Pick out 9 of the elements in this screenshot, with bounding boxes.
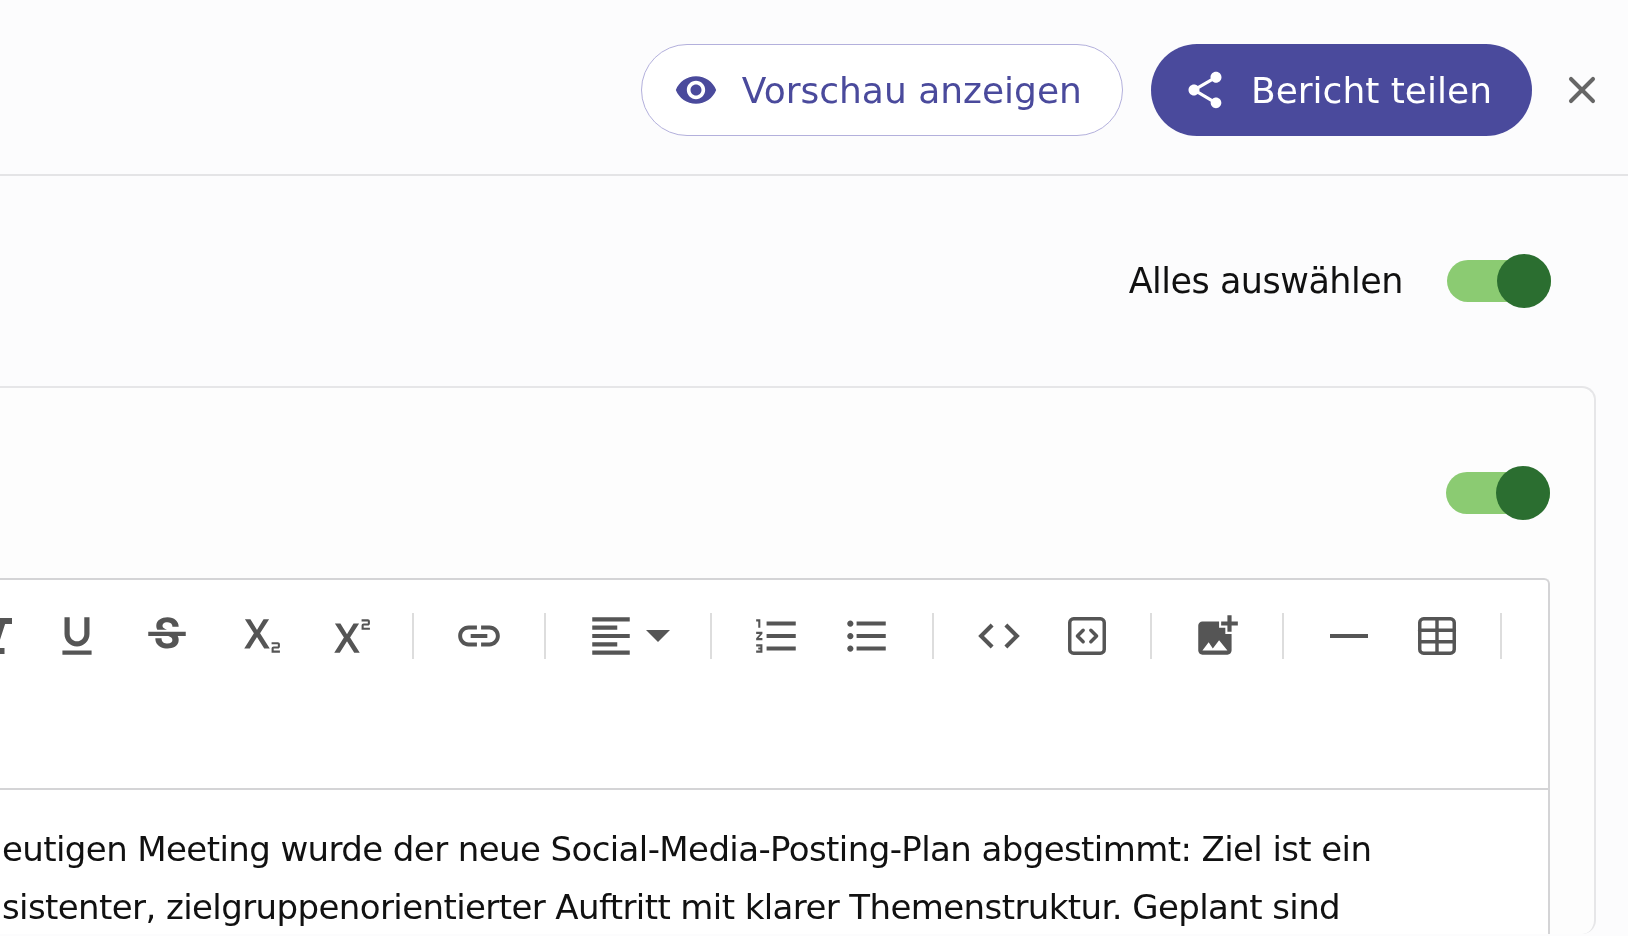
caret-icon bbox=[646, 630, 670, 642]
select-all-label: Alles auswählen bbox=[1128, 261, 1403, 301]
editor-text-line: eutigen Meeting wurde der neue Social-Media-Posting-Plan abgestimmt: Ziel ist ein bbox=[2, 828, 1373, 871]
share-button[interactable]: Bericht teilen bbox=[1150, 44, 1532, 136]
section-toggle[interactable] bbox=[1446, 466, 1550, 520]
text-editor[interactable]: eutigen Meeting wurde der neue Social-Media-Posting-Plan abgestimmt: Ziel ist ein sistenter, zielgruppenorientierter Auftritt mit klarer Themenstruktur. Geplant sind bbox=[0, 578, 1550, 934]
select-all-toggle[interactable] bbox=[1447, 254, 1551, 308]
preview-button[interactable]: Vorschau anzeigen bbox=[640, 44, 1123, 136]
editor-text-line: sistenter, zielgruppenorientierter Auftritt mit klarer Themenstruktur. Geplant sind bbox=[2, 886, 1342, 929]
